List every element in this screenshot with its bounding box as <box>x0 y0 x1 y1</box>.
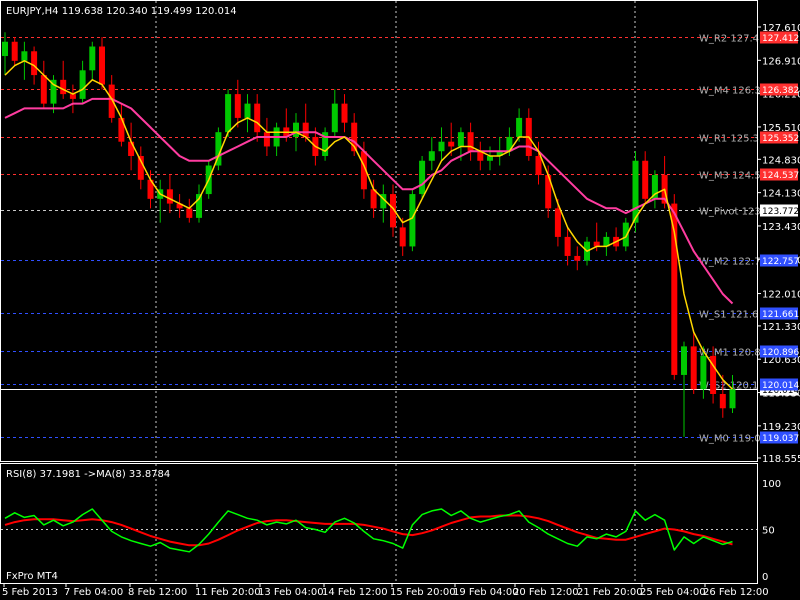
rsi-header: RSI(8) 37.1981 ->MA(8) 33.8784 <box>6 469 170 480</box>
level-price-tag-text: 127.412 <box>762 34 799 44</box>
bear-candle-body[interactable] <box>234 94 241 118</box>
bull-candle-body[interactable] <box>681 346 687 375</box>
level-label: W_M0 119.0 <box>699 434 761 445</box>
level-price-tag-text: 122.757 <box>762 257 799 267</box>
symbol-header: EURJPY,H4 119.638 120.340 119.499 120.01… <box>6 6 237 17</box>
bear-candle-body[interactable] <box>448 141 455 147</box>
level-price-tag-text: 119.037 <box>762 434 799 444</box>
bear-candle-body[interactable] <box>254 103 261 133</box>
time-axis-label: 25 Feb 04:00 <box>640 587 706 598</box>
bull-candle-body[interactable] <box>89 46 96 71</box>
level-label: W_M2 122.7 <box>699 257 761 268</box>
bull-candle-body[interactable] <box>409 194 416 247</box>
time-axis-label: 26 Feb 12:00 <box>703 587 769 598</box>
time-axis-label: 15 Feb 20:00 <box>390 587 456 598</box>
bear-candle-body[interactable] <box>554 208 561 237</box>
bull-candle-body[interactable] <box>632 160 639 223</box>
bull-candle-body[interactable] <box>438 141 445 152</box>
rsi-axis-label: 50 <box>762 526 775 537</box>
bull-candle-body[interactable] <box>79 70 86 99</box>
time-axis-label: 14 Feb 12:00 <box>322 587 388 598</box>
level-price-tag-text: 124.537 <box>762 171 799 181</box>
bull-candle-body[interactable] <box>331 103 338 133</box>
price-axis-label: 124.130 <box>762 189 800 200</box>
bull-candle-body[interactable] <box>419 160 426 195</box>
rsi-axis-label: 100 <box>762 479 781 490</box>
price-axis-label: 121.330 <box>762 322 800 333</box>
level-price-tag-text: 123.772 <box>762 207 799 217</box>
price-axis-label: 126.910 <box>762 56 800 67</box>
bear-candle-body[interactable] <box>40 75 47 104</box>
bear-candle-body[interactable] <box>99 46 105 85</box>
bear-candle-body[interactable] <box>128 141 135 156</box>
bull-candle-body[interactable] <box>516 117 523 137</box>
level-price-tag-text: 126.382 <box>762 86 799 96</box>
time-axis-label: 7 Feb 04:00 <box>64 587 123 598</box>
bull-candle-body[interactable] <box>729 389 736 409</box>
bear-candle-body[interactable] <box>341 103 348 123</box>
bear-candle-body[interactable] <box>535 155 542 176</box>
time-axis-label: 5 Feb 2013 <box>2 587 58 598</box>
bear-candle-body[interactable] <box>690 346 697 390</box>
bear-candle-body[interactable] <box>642 160 649 199</box>
level-label: W_R2 127.4 <box>699 34 759 45</box>
bull-candle-body[interactable] <box>293 122 299 137</box>
bear-candle-body[interactable] <box>399 227 406 247</box>
bear-candle-body[interactable] <box>60 79 67 95</box>
price-axis-label: 124.830 <box>762 155 800 166</box>
level-label: W_R1 125.3 <box>699 134 759 145</box>
bull-candle-body[interactable] <box>21 51 28 61</box>
bear-candle-body[interactable] <box>263 132 270 147</box>
level-price-tag-text: 121.661 <box>762 310 799 320</box>
price-axis-label: 118.555 <box>762 454 800 465</box>
bear-candle-body[interactable] <box>564 236 571 256</box>
time-axis-label: 8 Feb 12:00 <box>128 587 187 598</box>
level-price-tag-text: 125.352 <box>762 134 799 144</box>
time-axis-label: 21 Feb 20:00 <box>577 587 643 598</box>
bear-candle-body[interactable] <box>574 255 581 261</box>
rsi-axis-label: 0 <box>762 572 768 583</box>
bull-candle-body[interactable] <box>622 222 629 247</box>
broker-label: FxPro MT4 <box>6 571 58 582</box>
time-axis-label: 11 Feb 20:00 <box>195 587 261 598</box>
trading-chart[interactable]: W_R2 127.4 W_M4 126.3 W_R1 125.3 W_M3 124.5… <box>0 0 800 600</box>
bull-candle-body[interactable] <box>244 103 251 118</box>
bear-candle-body[interactable] <box>302 122 309 137</box>
price-axis-label: 122.010 <box>762 290 800 301</box>
bull-candle-body[interactable] <box>428 151 435 161</box>
bear-candle-body[interactable] <box>166 189 173 204</box>
level-label: W_M1 120.8 <box>699 348 761 359</box>
price-axis-label: 119.230 <box>762 422 800 433</box>
bear-candle-body[interactable] <box>11 41 18 61</box>
level-price-tag-text: 120.896 <box>762 348 799 358</box>
bear-candle-body[interactable] <box>186 208 193 218</box>
time-axis-label: 20 Feb 12:00 <box>513 587 579 598</box>
bear-candle-body[interactable] <box>31 51 38 76</box>
level-label: W_M3 124.5 <box>699 171 761 182</box>
bull-candle-body[interactable] <box>225 94 232 133</box>
bull-candle-body[interactable] <box>700 355 707 390</box>
time-axis-label: 13 Feb 04:00 <box>258 587 324 598</box>
level-label: W_S1 121.6 <box>699 310 758 321</box>
level-label: W_M4 126.3 <box>699 86 761 97</box>
bear-candle-body[interactable] <box>467 132 474 152</box>
level-price-tag-text: 120.014 <box>762 381 799 391</box>
bull-candle-body[interactable] <box>2 41 8 57</box>
price-axis-label: 123.430 <box>762 222 800 233</box>
bear-candle-body[interactable] <box>719 393 726 409</box>
bull-candle-body[interactable] <box>457 132 464 147</box>
time-axis-label: 19 Feb 04:00 <box>453 587 519 598</box>
level-label: W_Pivot 123 <box>699 207 761 218</box>
bear-candle-body[interactable] <box>108 84 115 118</box>
